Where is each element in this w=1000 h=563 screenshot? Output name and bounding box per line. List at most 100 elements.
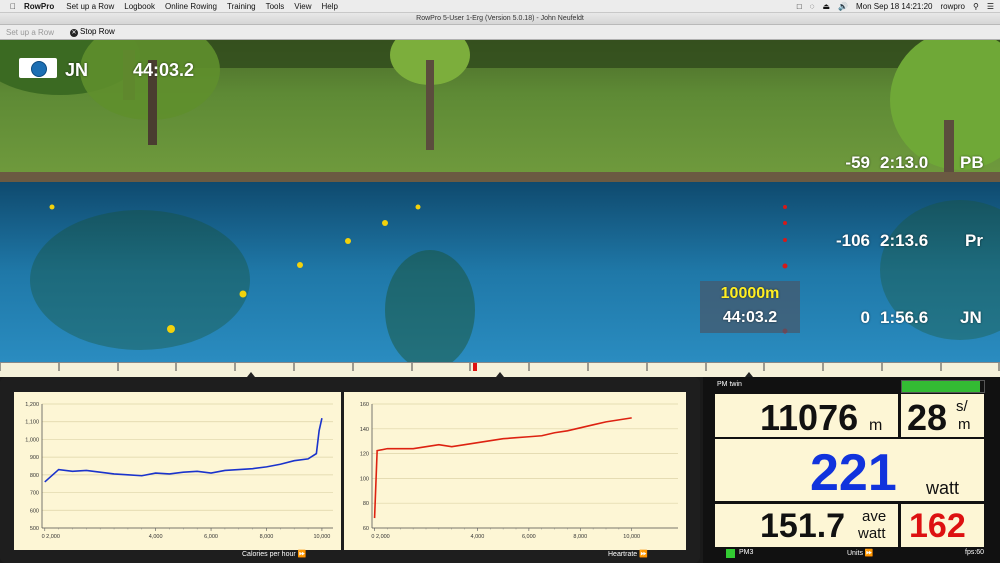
ruler-ticks: [0, 363, 1000, 377]
y-tick-label: 160: [360, 402, 369, 408]
calories-chart-svg: 500 600 700 800 900 1,000 1,100 1,200 0 2,000 4,0…: [25, 402, 333, 540]
distance-box-time: 44:03.2: [722, 309, 778, 326]
elapsed-time: 44:03.2: [133, 60, 195, 80]
y-tick-label: 120: [360, 452, 369, 458]
pm-heartrate-value: 162: [909, 507, 966, 545]
distance-box: 10000m 44:03.2: [700, 281, 800, 333]
x-tick-label: 4,000: [149, 534, 163, 540]
rower-logo: [19, 58, 57, 78]
menu-training[interactable]: Training: [227, 2, 256, 11]
pm-progress-fill: [902, 381, 980, 392]
charts-panel: 500 600 700 800 900 1,000 1,100 1,200 0 2,000 4,0…: [0, 377, 700, 563]
pm-panel: PM twin 11076 m 28 s/ m 221 watt 151.7 a…: [703, 377, 1000, 563]
heartrate-chart-svg: 60 80 100 120 140 160 0 2,000 4,000 6,000 8,000 10…: [360, 402, 678, 540]
pm-device-label: PM3: [739, 549, 754, 556]
y-tick-label: 900: [30, 455, 39, 461]
pm-distance-unit: m: [869, 417, 883, 434]
eject-icon[interactable]: ⏏: [822, 2, 830, 11]
volume-icon[interactable]: 🔊: [838, 2, 848, 11]
heartrate-chart: 60 80 100 120 140 160 0 2,000 4,000 6,000 8,000 10…: [344, 392, 686, 550]
x-tick-label: 0 2,000: [42, 534, 60, 540]
standing-jn-delta: 0: [860, 308, 870, 327]
x-tick-label: 6,000: [204, 534, 218, 540]
x-tick-label: 0 2,000: [371, 534, 389, 540]
pm-spm-unit-top: s/: [956, 398, 968, 415]
rower-initials: JN: [65, 60, 89, 80]
x-tick-label: 10,000: [623, 534, 640, 540]
standing-jn-name: JN: [960, 308, 982, 327]
pm-title: PM twin: [717, 381, 742, 388]
calories-chart: 500 600 700 800 900 1,000 1,100 1,200 0 2,000 4,0…: [14, 392, 341, 550]
pm-average-cell: 151.7 ave watt: [715, 504, 898, 547]
menu-help[interactable]: Help: [322, 2, 338, 11]
menu-user[interactable]: rowpro: [941, 2, 965, 11]
menu-logbook[interactable]: Logbook: [124, 2, 155, 11]
pm-fps: fps:60: [965, 549, 985, 556]
heartrate-chart-label[interactable]: Heartrate ⏩: [608, 550, 648, 558]
fast-forward-icon: ⏩: [297, 551, 307, 558]
pm-spm-unit-bottom: m: [958, 416, 971, 433]
menu-app-name[interactable]: RowPro: [24, 2, 54, 11]
y-tick-label: 60: [363, 526, 369, 532]
course-ruler: [0, 362, 1000, 377]
y-tick-label: 1,000: [25, 437, 39, 443]
calories-chart-label[interactable]: Calories per hour ⏩: [242, 550, 306, 558]
setup-row-button[interactable]: Set up a Row: [6, 28, 54, 37]
pm-progress-bar: [901, 380, 985, 393]
standing-pb-pace: 2:13.0: [880, 153, 929, 172]
y-tick-label: 100: [360, 476, 369, 482]
dropbox-icon[interactable]: □: [797, 2, 802, 11]
x-tick-label: 6,000: [522, 534, 536, 540]
pm-average-unit-top: ave: [862, 508, 887, 525]
pm-spm-cell: 28 s/ m: [901, 394, 984, 438]
pm-distance-value: 11076: [760, 397, 859, 438]
pm-spm-value: 28: [907, 397, 948, 438]
pm-units-button[interactable]: Units ⏩: [847, 549, 874, 557]
scene-graphics: [0, 40, 1000, 362]
stop-row-button[interactable]: ✕ Stop Row: [70, 27, 115, 37]
stop-icon: ✕: [70, 29, 79, 37]
search-icon[interactable]: ⚲: [973, 2, 979, 11]
wifi-icon[interactable]: ◌: [810, 2, 815, 11]
y-tick-label: 1,100: [25, 420, 39, 426]
calories-label-text: Calories per hour: [242, 551, 296, 558]
fast-forward-icon: ⏩: [639, 551, 648, 558]
x-tick-label: 4,000: [471, 534, 485, 540]
pm-watts-unit: watt: [926, 478, 960, 498]
window-title: RowPro 5-User 1-Erg (Version 5.0.18) - J…: [0, 13, 1000, 25]
menu-clock[interactable]: Mon Sep 18 14:21:20: [856, 2, 933, 11]
heartrate-label-text: Heartrate: [608, 551, 638, 558]
pm-device-indicator: [726, 549, 735, 558]
menu-online-rowing[interactable]: Online Rowing: [165, 2, 217, 11]
standing-pb-name: PB: [960, 153, 984, 172]
toolbar: Set up a Row ✕ Stop Row: [0, 25, 1000, 40]
x-tick-label: 10,000: [314, 534, 331, 540]
y-tick-label: 500: [30, 526, 39, 532]
menu-view[interactable]: View: [294, 2, 311, 11]
menu-tools[interactable]: Tools: [266, 2, 285, 11]
pm-average-value: 151.7: [760, 507, 846, 545]
standing-pb-delta: -59: [845, 153, 870, 172]
x-tick-label: 8,000: [260, 534, 274, 540]
y-tick-label: 700: [30, 491, 39, 497]
list-icon[interactable]: ☰: [987, 2, 994, 11]
pm-distance-cell: 11076 m: [715, 394, 898, 438]
rowing-scene: JN 44:03.2 -59 2:13.0 PB -106 2:13.6 Pr …: [0, 40, 1000, 362]
y-tick-label: 80: [363, 501, 369, 507]
standing-pr-name: Pr: [965, 231, 983, 250]
y-tick-label: 1,200: [25, 402, 39, 408]
y-tick-label: 140: [360, 427, 369, 433]
y-tick-label: 800: [30, 473, 39, 479]
pm-heartrate-cell: 162: [901, 504, 984, 547]
menu-set-up-a-row[interactable]: Set up a Row: [66, 2, 114, 11]
y-tick-label: 600: [30, 508, 39, 514]
standing-jn-pace: 1:56.6: [880, 308, 929, 327]
menu-bar:  RowPro Set up a Row Logbook Online Row…: [0, 0, 1000, 13]
apple-menu-icon[interactable]: : [6, 2, 20, 11]
pm-watts-cell: 221 watt: [715, 439, 984, 502]
oar-logo-icon: [31, 61, 47, 77]
standing-pr-pace: 2:13.6: [880, 231, 929, 250]
x-tick-label: 8,000: [573, 534, 587, 540]
stop-row-label: Stop Row: [80, 27, 115, 36]
pm-average-unit-bottom: watt: [858, 525, 886, 542]
